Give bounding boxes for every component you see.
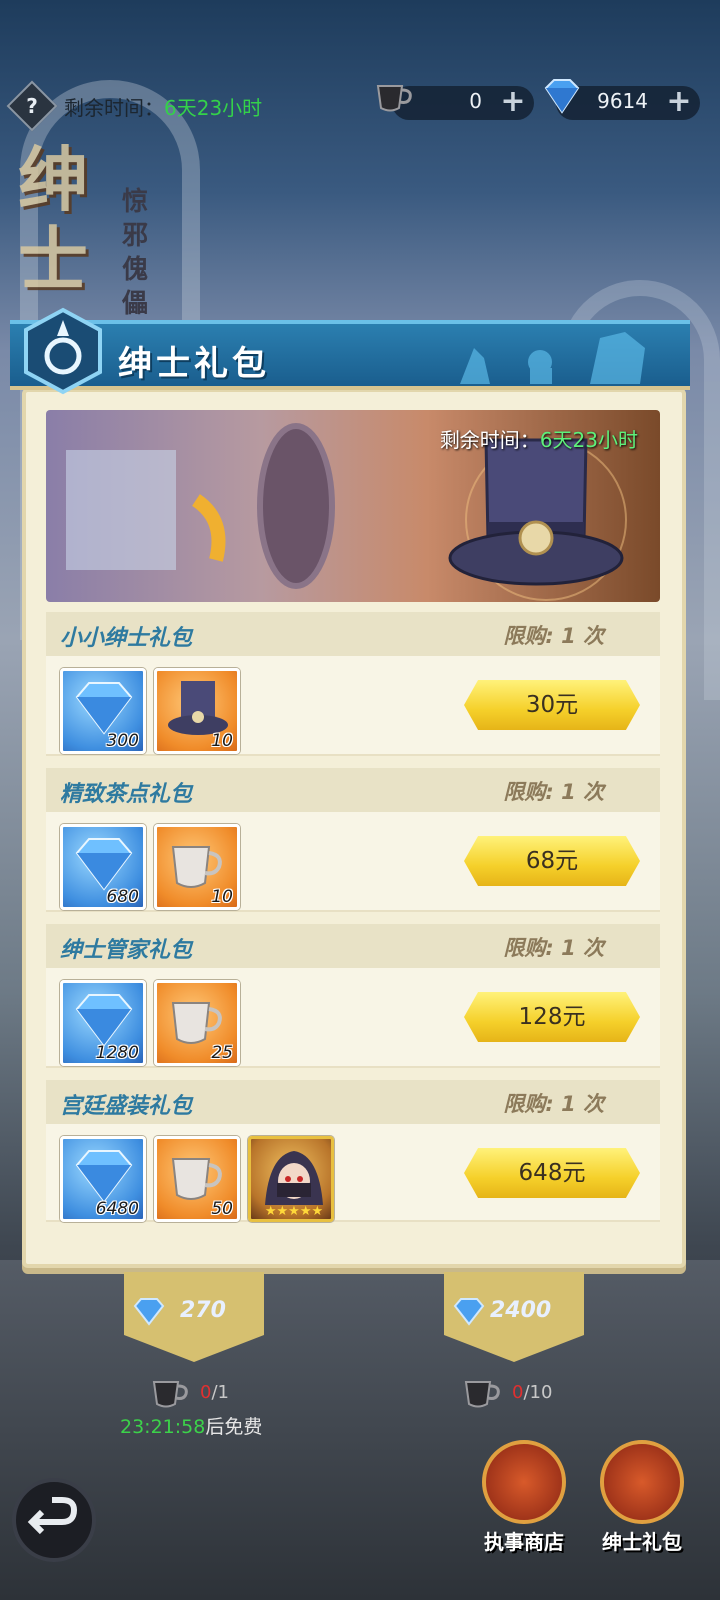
diamond-item[interactable]: 1280 [60, 980, 146, 1066]
ten-cup-count: 0/10 [512, 1382, 552, 1403]
pack-name: 小小绅士礼包 [60, 626, 193, 651]
teacup-icon [376, 85, 412, 112]
buy-button-price: 68元 [525, 848, 579, 874]
pack-header: 精致茶点礼包 限购: 1 次 [46, 768, 660, 812]
pack-header: 小小绅士礼包 限购: 1 次 [46, 612, 660, 656]
gentleman-pack-label: 绅士礼包 [602, 1530, 682, 1554]
top-hat-item[interactable]: 10 [154, 668, 240, 754]
banner-timer-label: 剩余时间： [439, 428, 540, 452]
ten-cup-used: 0 [512, 1382, 524, 1403]
help-icon: ? [26, 94, 38, 118]
item-quantity: 50 [211, 1199, 233, 1219]
item-quantity: 10 [211, 731, 233, 751]
hero-portrait-icon: ★★★★★ [265, 1151, 323, 1217]
banner-timer: 剩余时间：6天23小时 [440, 424, 638, 453]
diamond-icon [75, 838, 133, 891]
buy-button[interactable]: 128元 [464, 992, 640, 1042]
ten-cup-total: /10 [523, 1382, 553, 1403]
buy-button[interactable]: 68元 [464, 836, 640, 886]
cup-count: 0 [469, 89, 482, 113]
diamond-icon [544, 79, 580, 114]
back-arrow-icon [27, 1497, 78, 1535]
top-bar: ? 剩余时间：6天23小时 0 + 9614 + [0, 79, 720, 132]
pack-header: 绅士管家礼包 限购: 1 次 [46, 924, 660, 968]
item-quantity: 25 [211, 1043, 233, 1063]
teacup-icon [464, 1381, 500, 1408]
buy-button-price: 648元 [518, 1160, 586, 1186]
pack-name: 精致茶点礼包 [60, 782, 193, 807]
free-recruit-timer: 23:21:58后免费 [120, 1412, 262, 1439]
buy-button[interactable]: 30元 [464, 680, 640, 730]
pack-purchase-limit: 限购: 1 次 [503, 624, 604, 648]
top-hat-icon [448, 438, 624, 586]
gift-box-icon [600, 1440, 684, 1524]
buy-button[interactable]: 648元 [464, 1148, 640, 1198]
recruit-single-cost: 270 [180, 1298, 226, 1323]
item-quantity: 1280 [95, 1043, 139, 1063]
free-recruit-suffix: 后免费 [205, 1416, 263, 1438]
svg-text:★★★★★: ★★★★★ [265, 1204, 323, 1217]
pack-name: 绅士管家礼包 [60, 938, 193, 963]
single-cup-count: 0/1 [200, 1382, 229, 1403]
recruit-ten-cost: 2400 [490, 1298, 552, 1323]
event-timer-value: 6天23小时 [164, 96, 263, 120]
teacup-item[interactable]: 25 [154, 980, 240, 1066]
pack-row: 300 10 30元 [46, 656, 660, 756]
item-quantity: 300 [106, 731, 139, 751]
pack-purchase-limit: 限购: 1 次 [503, 936, 604, 960]
diamond-item[interactable]: 6480 [60, 1136, 146, 1222]
pack-purchase-limit: 限购: 1 次 [503, 1092, 604, 1116]
panel-title: 绅士礼包 [118, 344, 270, 384]
butler-shop-button[interactable]: 执事商店 [474, 1440, 574, 1570]
event-logo-subtitle: 惊邪傀儡 [122, 187, 149, 319]
item-quantity: 680 [106, 887, 139, 907]
event-timer: 剩余时间：6天23小时 [64, 92, 262, 121]
pack-row: 1280 25 128元 [46, 968, 660, 1068]
add-gem-button[interactable]: + [664, 87, 694, 118]
single-cup-total: /1 [211, 1382, 229, 1403]
free-recruit-time: 23:21:58 [120, 1416, 206, 1438]
panel-header: 绅士礼包 [10, 320, 690, 390]
event-logo-title: 绅士 [18, 138, 88, 301]
gem-count: 9614 [597, 89, 648, 113]
diamond-icon [75, 1150, 133, 1203]
butler-shop-icon [482, 1440, 566, 1524]
buy-button-price: 30元 [525, 692, 579, 718]
teacup-item[interactable]: 10 [154, 824, 240, 910]
pack-name: 宫廷盛装礼包 [60, 1094, 193, 1119]
panel-emblem-icon [24, 307, 102, 395]
pack-row: 680 10 68元 [46, 812, 660, 912]
pack-row: 6480 50 ★★★★★ 648元 [46, 1124, 660, 1222]
butler-shop-label: 执事商店 [484, 1530, 564, 1554]
diamond-icon [453, 1298, 485, 1326]
pack-header: 宫廷盛装礼包 限购: 1 次 [46, 1080, 660, 1124]
add-cup-button[interactable]: + [498, 87, 528, 118]
single-cup-used: 0 [200, 1382, 212, 1403]
item-quantity: 10 [211, 887, 233, 907]
buy-button-price: 128元 [518, 1004, 586, 1030]
banner-timer-value: 6天23小时 [539, 428, 638, 452]
diamond-item[interactable]: 680 [60, 824, 146, 910]
back-button[interactable] [12, 1478, 96, 1562]
diamond-item[interactable]: 300 [60, 668, 146, 754]
pack-purchase-limit: 限购: 1 次 [503, 780, 604, 804]
diamond-icon [75, 994, 133, 1047]
item-quantity: 6480 [95, 1199, 139, 1219]
pack-banner: 剩余时间：6天23小时 [46, 410, 660, 602]
teacup-item[interactable]: 50 [154, 1136, 240, 1222]
hero-card-item[interactable]: ★★★★★ [248, 1136, 334, 1222]
diamond-icon [75, 682, 133, 735]
event-timer-label: 剩余时间： [64, 96, 164, 120]
silhouette-decoration-icon [460, 332, 645, 384]
diamond-icon [133, 1298, 165, 1326]
teacup-icon [152, 1381, 188, 1408]
help-button[interactable]: ? [6, 80, 58, 132]
gentleman-pack-button[interactable]: 绅士礼包 [592, 1440, 692, 1570]
